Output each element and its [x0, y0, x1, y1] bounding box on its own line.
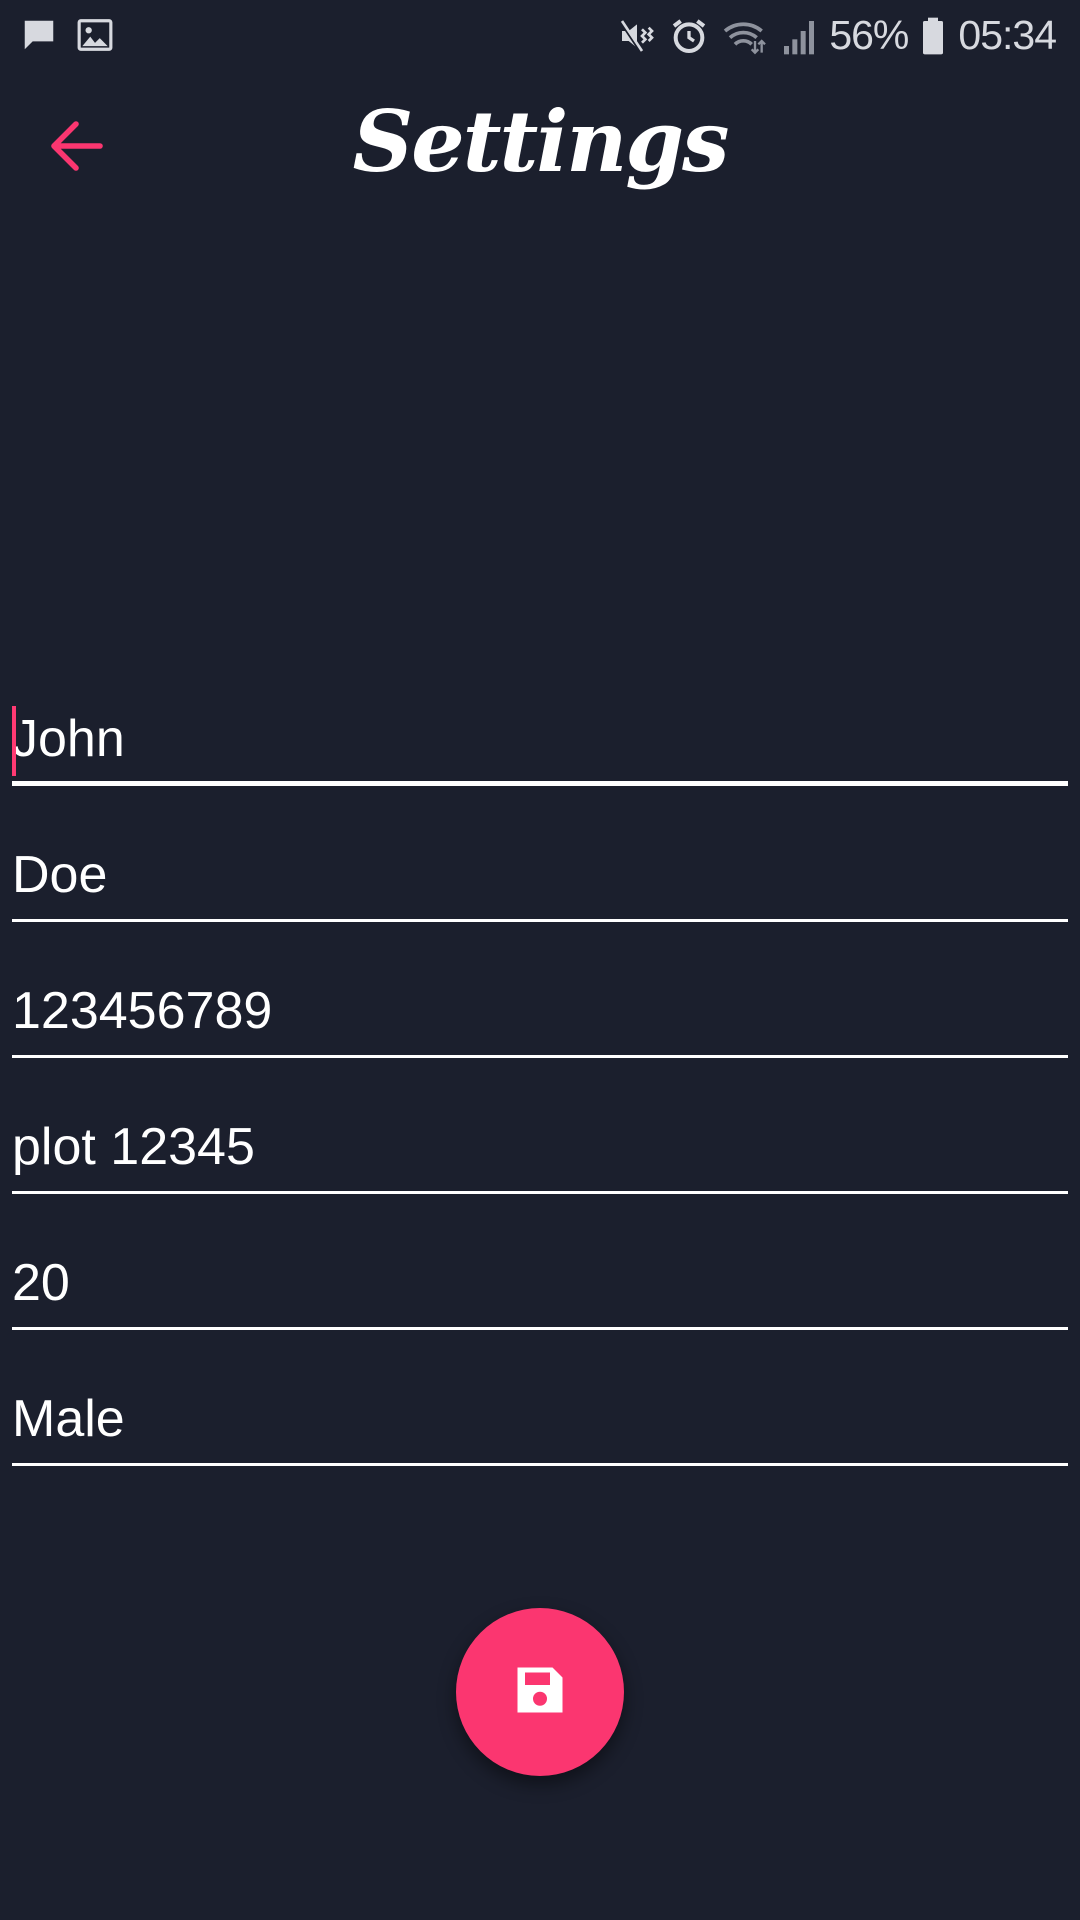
address-field — [12, 1104, 1068, 1194]
battery-percent: 56% — [829, 12, 909, 58]
page-title: Settings — [352, 92, 730, 191]
save-button[interactable] — [456, 1608, 624, 1776]
status-bar: 56% 05:34 — [0, 0, 1080, 74]
first-name-field — [12, 696, 1068, 786]
text-caret — [12, 706, 16, 776]
address-underline — [12, 1191, 1068, 1194]
gender-underline — [12, 1463, 1068, 1466]
age-underline — [12, 1327, 1068, 1330]
gender-field — [12, 1376, 1068, 1466]
vibrate-mute-icon — [617, 16, 657, 56]
phone-field — [12, 968, 1068, 1058]
clock: 05:34 — [958, 12, 1057, 58]
phone-underline — [12, 1055, 1068, 1058]
gender-input[interactable] — [12, 1376, 1068, 1462]
last-name-input[interactable] — [12, 832, 1068, 918]
address-input[interactable] — [12, 1104, 1068, 1190]
image-icon — [76, 16, 114, 54]
status-bar-system: 56% 05:34 — [617, 12, 1057, 59]
signal-icon — [781, 16, 817, 56]
age-input[interactable] — [12, 1240, 1068, 1326]
first-name-input[interactable] — [12, 696, 1068, 782]
message-icon — [20, 16, 58, 54]
floppy-disk-icon — [510, 1660, 570, 1725]
phone-input[interactable] — [12, 968, 1068, 1054]
last-name-underline — [12, 919, 1068, 922]
status-bar-notifications — [20, 16, 114, 54]
wifi-icon — [721, 16, 769, 56]
battery-icon — [920, 16, 946, 56]
last-name-field — [12, 832, 1068, 922]
app-bar: Settings — [0, 74, 1080, 224]
alarm-icon — [669, 16, 709, 56]
age-field — [12, 1240, 1068, 1330]
first-name-underline — [12, 781, 1068, 786]
